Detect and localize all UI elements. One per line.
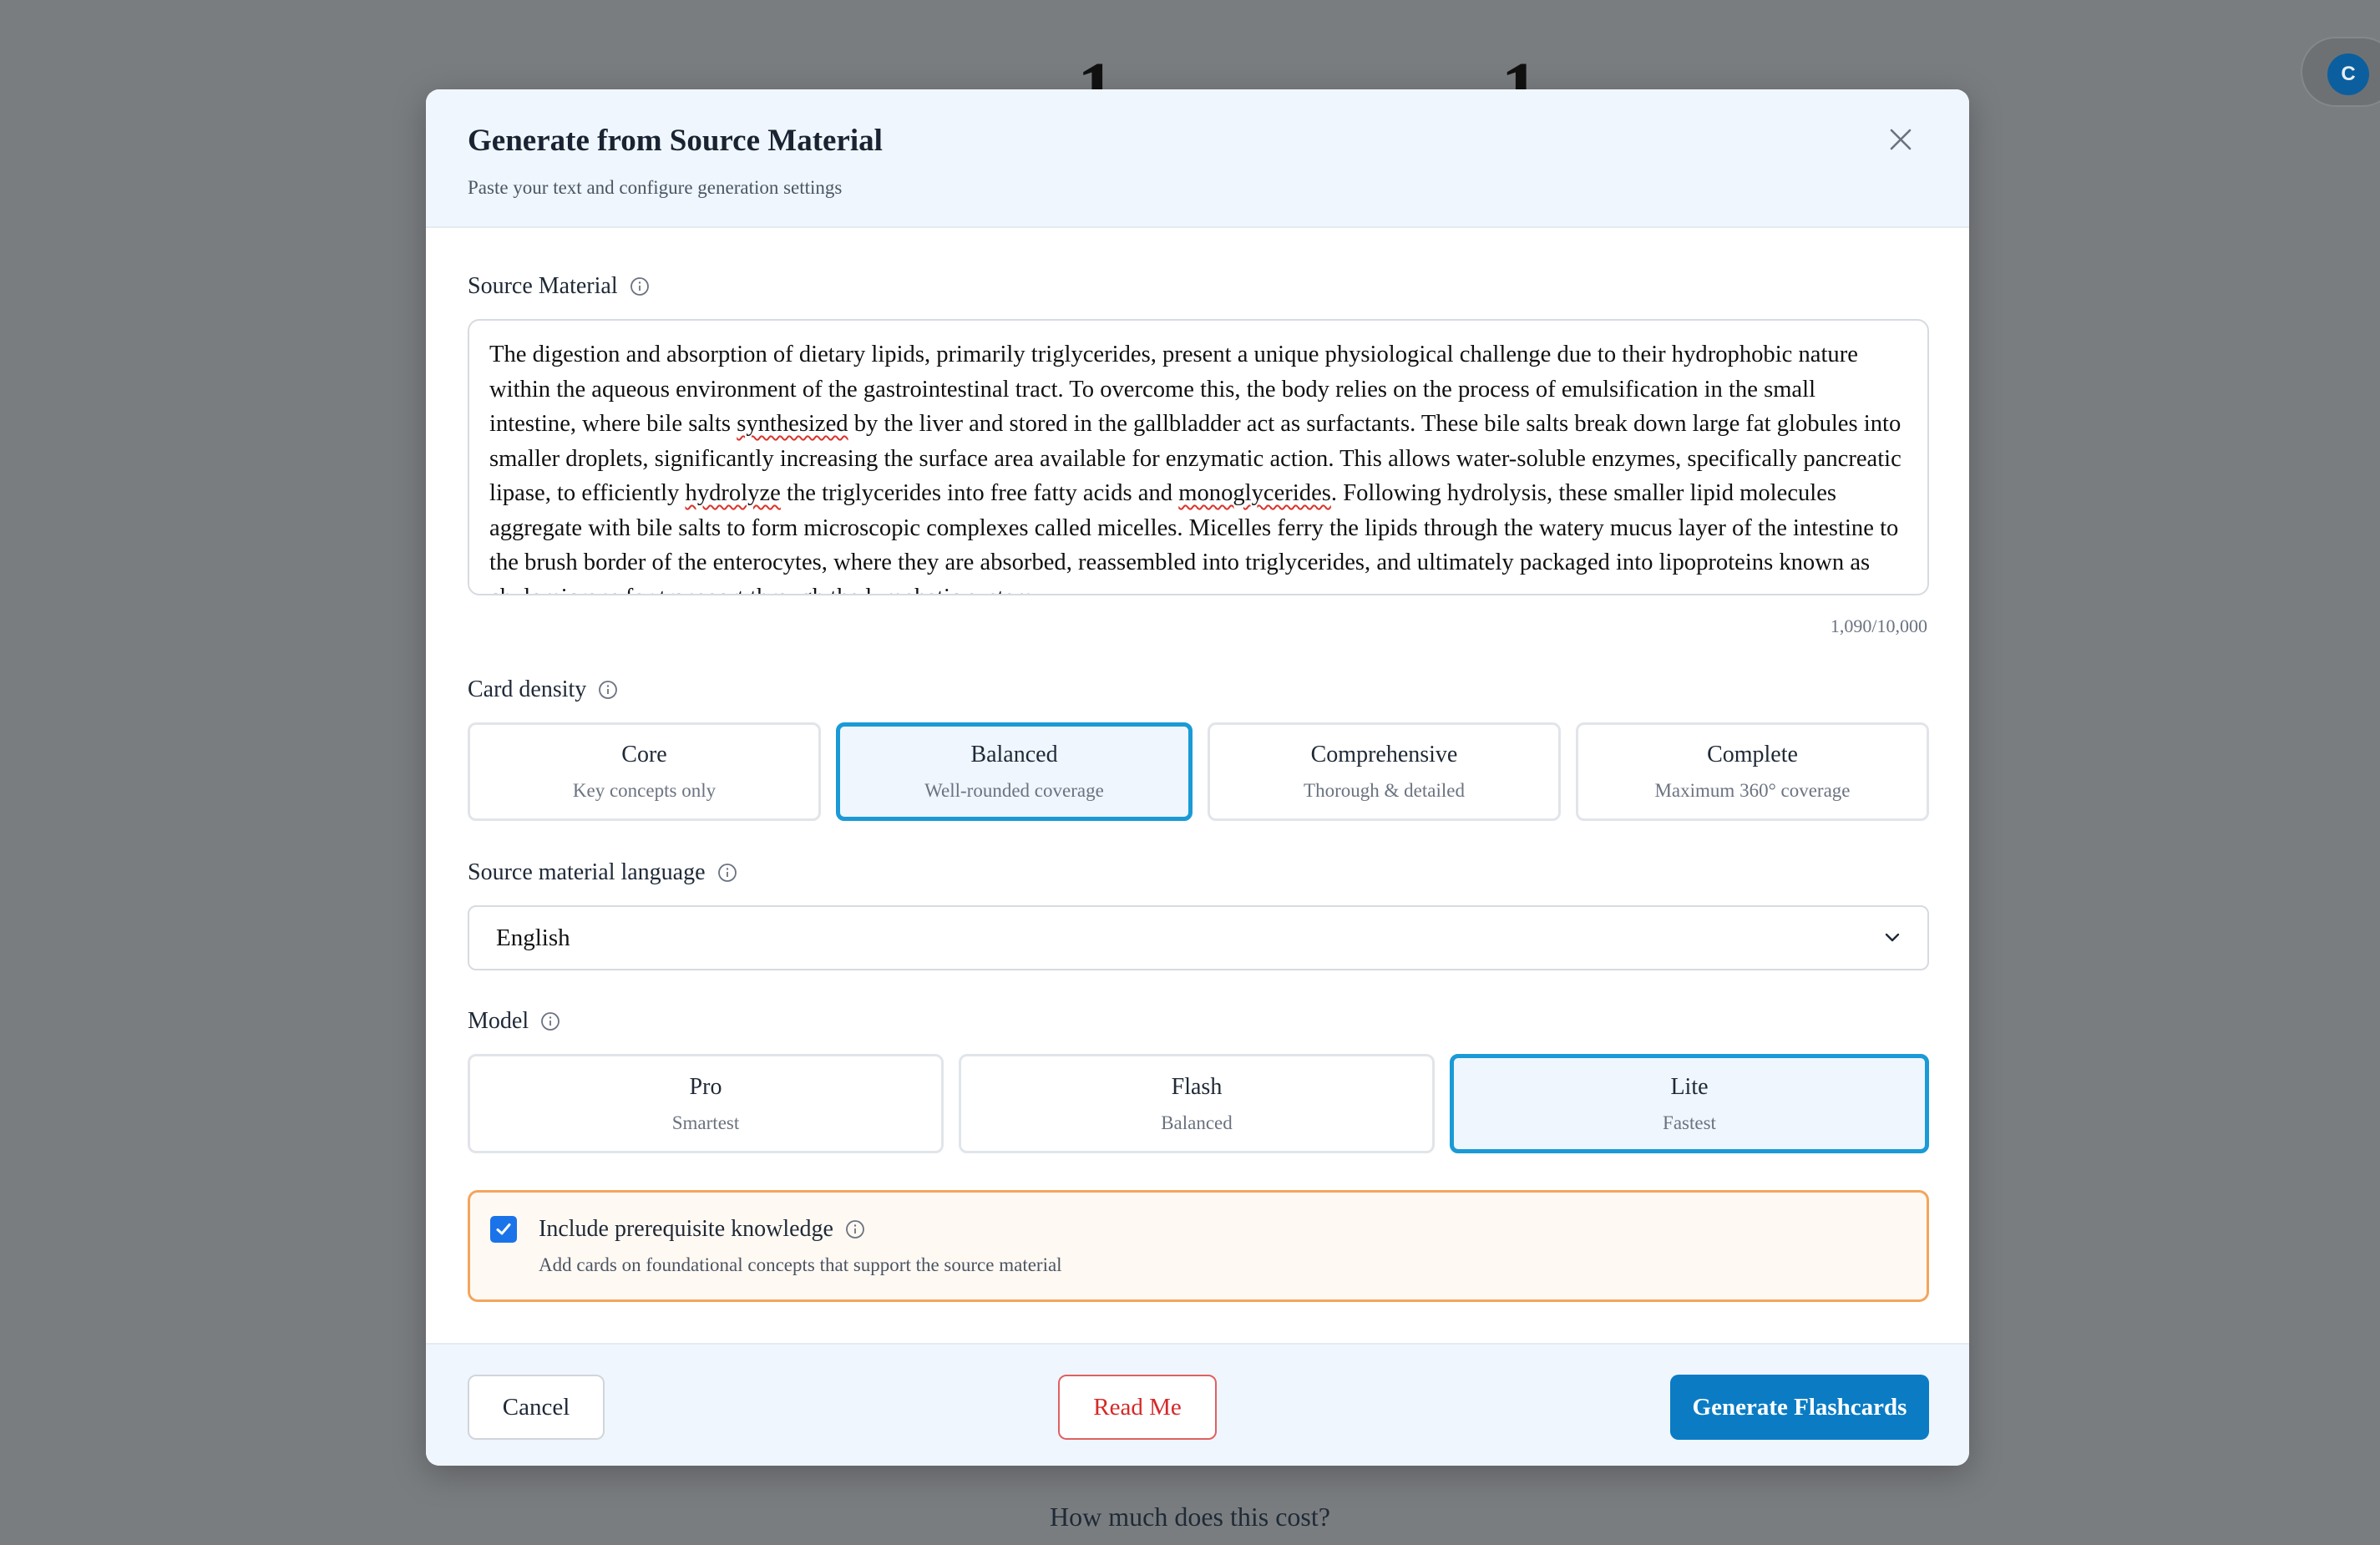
avatar[interactable]: C bbox=[2327, 53, 2369, 95]
prerequisite-panel: Include prerequisite knowledge Add cards… bbox=[468, 1190, 1929, 1302]
info-icon[interactable] bbox=[540, 1011, 560, 1031]
modal-title: Generate from Source Material bbox=[468, 124, 883, 158]
read-me-button[interactable]: Read Me bbox=[1058, 1375, 1217, 1440]
language-value: English bbox=[496, 924, 570, 951]
card-density-label: Card density bbox=[468, 676, 618, 703]
model-options: Pro Smartest Flash Balanced Lite Fastest bbox=[468, 1054, 1929, 1153]
checkmark-icon bbox=[496, 1223, 511, 1235]
modal-subtitle: Paste your text and configure generation… bbox=[468, 177, 843, 198]
model-option-pro[interactable]: Pro Smartest bbox=[468, 1054, 944, 1153]
faq-question[interactable]: How much does this cost? bbox=[0, 1502, 2380, 1532]
close-icon bbox=[1890, 129, 1912, 150]
density-option-core[interactable]: Core Key concepts only bbox=[468, 722, 821, 821]
language-label: Source material language bbox=[468, 859, 737, 886]
density-option-balanced[interactable]: Balanced Well-rounded coverage bbox=[836, 722, 1193, 821]
close-button[interactable] bbox=[1882, 121, 1919, 158]
card-density-options: Core Key concepts only Balanced Well-rou… bbox=[468, 722, 1929, 821]
misspelled-word: synthesized bbox=[737, 411, 848, 437]
source-material-textarea[interactable]: The digestion and absorption of dietary … bbox=[468, 319, 1929, 595]
modal-header: Generate from Source Material Paste your… bbox=[426, 89, 1969, 228]
prerequisite-description: Add cards on foundational concepts that … bbox=[539, 1254, 1062, 1275]
model-option-flash[interactable]: Flash Balanced bbox=[959, 1054, 1435, 1153]
model-label: Model bbox=[468, 1008, 560, 1035]
prerequisite-title: Include prerequisite knowledge bbox=[539, 1216, 1062, 1243]
language-select[interactable]: English bbox=[468, 905, 1929, 970]
model-option-lite[interactable]: Lite Fastest bbox=[1450, 1054, 1929, 1153]
density-option-comprehensive[interactable]: Comprehensive Thorough & detailed bbox=[1208, 722, 1561, 821]
info-icon[interactable] bbox=[717, 863, 737, 883]
generate-flashcards-button[interactable]: Generate Flashcards bbox=[1670, 1375, 1929, 1440]
chevron-down-icon bbox=[1885, 933, 1900, 942]
misspelled-word: hydrolyze bbox=[685, 480, 781, 506]
cancel-button[interactable]: Cancel bbox=[468, 1375, 605, 1440]
info-icon[interactable] bbox=[845, 1219, 865, 1239]
density-option-complete[interactable]: Complete Maximum 360° coverage bbox=[1576, 722, 1929, 821]
info-icon[interactable] bbox=[630, 276, 650, 296]
source-material-label: Source Material bbox=[468, 273, 650, 300]
prerequisite-checkbox[interactable] bbox=[490, 1216, 517, 1243]
generate-modal: Generate from Source Material Paste your… bbox=[426, 89, 1969, 1466]
misspelled-word: monoglycerides bbox=[1178, 480, 1331, 506]
character-count: 1,090/10,000 bbox=[1830, 615, 1927, 636]
modal-footer: Cancel Read Me Generate Flashcards bbox=[426, 1343, 1969, 1466]
info-icon[interactable] bbox=[598, 680, 618, 700]
